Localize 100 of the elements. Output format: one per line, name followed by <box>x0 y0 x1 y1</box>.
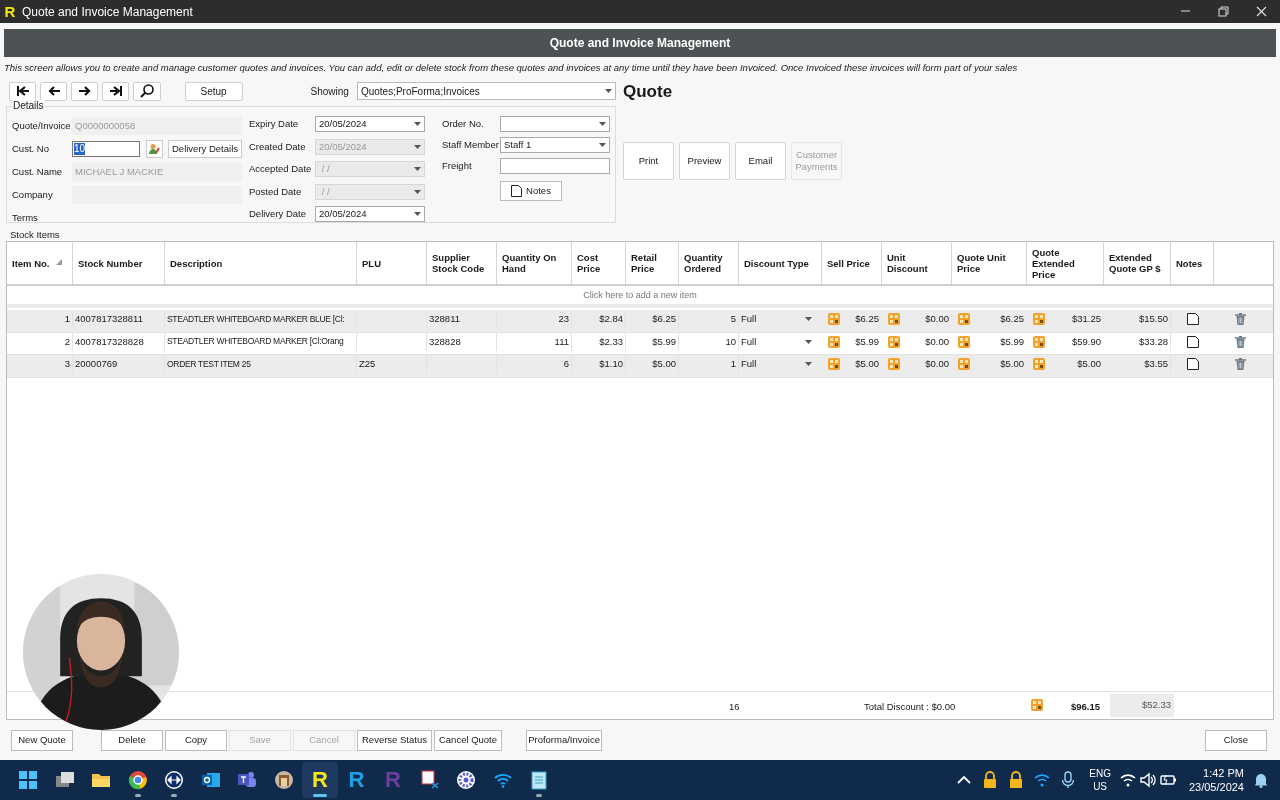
setup-button[interactable]: Setup <box>184 81 243 101</box>
column-header[interactable]: Item No. <box>12 257 50 269</box>
column-header[interactable]: Retail Price <box>631 252 673 275</box>
bottom-button[interactable]: Delete <box>101 729 163 751</box>
column-header[interactable]: Quote Unit Price <box>957 252 1021 275</box>
table-cell: 2 <box>64 334 70 349</box>
table-cell: $3.55 <box>1144 357 1168 372</box>
status-icons-button[interactable] <box>1118 771 1177 789</box>
read-only-field: Q0000000058 <box>72 117 242 136</box>
column-header[interactable]: Discount Type <box>744 257 809 269</box>
previous-button[interactable] <box>40 81 68 101</box>
customer-number-field[interactable]: 10 <box>72 141 140 158</box>
field-label: Quote/Invoice <box>12 119 72 134</box>
column-header[interactable]: Sell Price <box>827 257 870 269</box>
grid-icon <box>828 335 840 348</box>
action-button[interactable]: Preview <box>679 141 730 180</box>
column-header[interactable]: Stock Number <box>78 257 143 269</box>
close-button[interactable]: Close <box>1205 729 1267 751</box>
caret-icon <box>805 317 812 322</box>
trash-icon[interactable] <box>1235 313 1246 326</box>
caret-icon <box>805 362 812 367</box>
trash-icon[interactable] <box>1235 358 1246 371</box>
column-header[interactable]: Notes <box>1176 257 1203 269</box>
table-cell: 1 <box>64 312 70 327</box>
trash-icon[interactable] <box>1235 335 1246 348</box>
discount-type-dropdown[interactable]: Full <box>741 334 812 349</box>
caret-icon <box>805 339 812 344</box>
windows-logo-icon <box>18 770 38 790</box>
clock[interactable]: 1:42 PM 23/05/2024 <box>1188 766 1244 794</box>
column-header[interactable]: Quantity On Hand <box>502 252 566 275</box>
action-button[interactable]: Email <box>735 141 786 180</box>
table-cell: $5.00 <box>652 357 676 372</box>
column-header[interactable]: Quote Extended Price <box>1032 246 1098 280</box>
search-button[interactable] <box>133 81 161 101</box>
table-cell: 328828 <box>429 334 461 349</box>
table-cell: 4007817328828 <box>75 334 144 349</box>
discount-type-dropdown[interactable]: Full <box>741 312 812 327</box>
column-header[interactable]: Cost Price <box>577 252 620 275</box>
customer-lookup-button[interactable] <box>145 140 163 159</box>
column-header[interactable]: Unit Discount <box>887 252 946 275</box>
note-icon[interactable] <box>1186 335 1199 348</box>
table-cell: $2.84 <box>599 312 623 327</box>
column-header[interactable]: Quantity Ordered <box>684 252 733 275</box>
table-cell: 4007817328811 <box>75 312 143 327</box>
caret-icon <box>599 122 606 127</box>
column-header[interactable]: Extended Quote GP $ <box>1109 252 1165 275</box>
app-logo: R <box>3 4 17 19</box>
bottom-button[interactable]: Proforma/Invoice <box>526 729 603 751</box>
screen-title: Quote and Invoice Management <box>549 35 731 52</box>
browser-icon <box>127 770 148 790</box>
column-header[interactable]: PLU <box>362 257 381 269</box>
table-cell: $5.00 <box>1077 357 1101 372</box>
table-cell: Z25 <box>359 357 376 372</box>
gear-icon <box>456 770 476 790</box>
grid-icon <box>958 313 970 326</box>
bottom-button[interactable]: Reverse Status <box>357 729 432 751</box>
showing-dropdown[interactable]: Quotes;ProForma;Invoices <box>356 82 616 101</box>
table-cell: $31.25 <box>1071 312 1101 327</box>
notifications-button[interactable] <box>1252 771 1270 789</box>
taskbar-app[interactable]: R <box>302 762 338 798</box>
notes-button[interactable]: Notes <box>500 181 562 202</box>
table-cell: 20000769 <box>75 357 118 372</box>
table-cell: $6.25 <box>652 312 676 327</box>
delivery-details-button[interactable]: Delivery Details <box>168 140 242 159</box>
bottom-button[interactable]: Cancel Quote <box>433 729 503 751</box>
language-indicator[interactable]: ENG US <box>1089 767 1111 793</box>
caret-icon <box>414 144 421 149</box>
action-button[interactable]: Print <box>623 141 674 180</box>
column-header[interactable]: Supplier Stock Code <box>432 252 491 275</box>
note-icon[interactable] <box>1186 358 1199 371</box>
staff-dropdown[interactable]: Staff 1 <box>500 137 610 154</box>
grid-icon <box>1033 358 1045 371</box>
bottom-button[interactable]: New Quote <box>11 729 73 751</box>
table-cell: 6 <box>563 357 569 372</box>
caret-icon <box>414 122 421 127</box>
next-button[interactable] <box>71 81 99 101</box>
bottom-button[interactable]: Copy <box>165 729 227 751</box>
taskbar-app[interactable]: R <box>338 762 375 798</box>
table-cell: 1 <box>730 357 736 372</box>
date-dropdown[interactable]: 20/05/2024 <box>315 116 425 133</box>
date-dropdown[interactable]: 20/05/2024 <box>315 206 425 223</box>
discount-type-dropdown[interactable]: Full <box>741 357 812 372</box>
field-label: Created Date <box>249 139 307 154</box>
team-icon <box>237 770 257 790</box>
field-label: Cust. Name <box>12 165 64 180</box>
total-discount: Total Discount : $0.00 <box>864 700 956 714</box>
first-button[interactable] <box>9 81 37 101</box>
field-label: Expiry Date <box>249 117 300 132</box>
field-label: Staff Member <box>442 138 500 153</box>
description-text: This screen allows you to create and manage customer quotes and invoices. You can add, edit or delete stock from these quotes and invoices at any time until they have been Invoiced. Once Invoiced these invoices will form part of your sales <box>4 61 1019 75</box>
table-cell: 3 <box>64 357 70 372</box>
note-icon[interactable] <box>1186 313 1199 326</box>
person-pencil-icon <box>148 143 161 156</box>
mail-icon <box>200 770 221 790</box>
stacked-windows-icon <box>54 770 75 790</box>
total-gp: $52.33 <box>1110 694 1174 717</box>
table-cell: $0.00 <box>925 312 949 327</box>
last-button[interactable] <box>102 81 130 101</box>
freight-field[interactable] <box>500 158 610 175</box>
column-header[interactable]: Description <box>170 257 223 269</box>
